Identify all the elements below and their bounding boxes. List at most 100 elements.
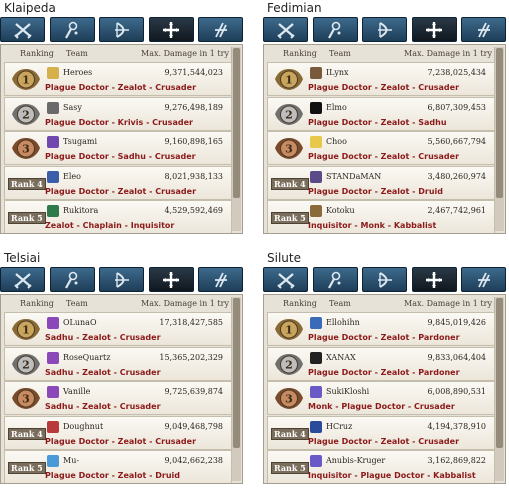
ranking-row[interactable]: Rank 5 Kotoku 2,467,742,961 Inquisitor - Mo… <box>267 200 495 233</box>
ranking-row[interactable]: 2 Elmo 6,807,309,453 Plague Doctor - Zealot… <box>267 96 495 131</box>
team-classes: Plague Doctor - Zealot - Druid <box>45 471 180 480</box>
scrollbar-thumb[interactable] <box>496 48 503 198</box>
ranking-row[interactable]: Rank 5 Anubis-Kruger 3,162,869,822 Inquisit… <box>267 450 495 483</box>
bow-tab[interactable] <box>99 267 144 292</box>
team-classes: Plague Doctor - Zealot - Pardoner <box>308 333 460 342</box>
rank-label: Rank 4 <box>271 177 309 190</box>
team-name: OLunaO <box>63 318 97 327</box>
class-tabs <box>0 17 243 43</box>
sword-tab[interactable] <box>0 17 45 42</box>
ranking-row[interactable]: Rank 4 HCruz 4,194,378,910 Plague Doctor - … <box>267 415 495 450</box>
team-emblem-icon <box>47 205 59 217</box>
ranking-row[interactable]: Rank 4 Doughnut 9,049,468,798 Plague Doctor… <box>4 415 232 450</box>
bronze-medal-icon: 3 <box>273 136 305 161</box>
rank-label: Rank 5 <box>8 462 46 474</box>
scout-tab[interactable] <box>461 17 506 42</box>
cleric-tab[interactable] <box>148 17 194 42</box>
ranking-scrollbar[interactable] <box>231 47 241 231</box>
cleric-tab[interactable] <box>411 17 457 42</box>
team-classes: Inquisitor - Plague Doctor - Kabbalist <box>308 471 476 480</box>
header-team: Team <box>66 49 88 58</box>
server-name: Fedimian <box>267 1 322 15</box>
team-emblem-icon <box>310 67 322 79</box>
team-name: XANAX <box>326 352 356 362</box>
ranking-scrollbar[interactable] <box>231 297 241 481</box>
ranking-row[interactable]: 2 RoseQuartz 15,365,202,329 Sadhu - Zealot … <box>4 346 232 381</box>
svg-text:1: 1 <box>22 324 30 337</box>
cleric-tab[interactable] <box>148 267 194 292</box>
magic-tab[interactable] <box>312 267 358 292</box>
ranking-row[interactable]: Rank 5 Mu- 9,042,662,238 Plague Doctor - Ze… <box>4 450 232 483</box>
team-classes: Sadhu - Zealot - Crusader <box>45 333 161 342</box>
team-name: Heroes <box>63 68 93 77</box>
svg-text:2: 2 <box>22 108 30 121</box>
rank-label: Rank 5 <box>271 462 309 474</box>
rank-label: Rank 4 <box>271 427 309 440</box>
team-emblem-icon <box>310 205 322 217</box>
header-ranking: Ranking <box>20 299 54 308</box>
scout-tab[interactable] <box>461 267 506 292</box>
team-emblem-icon <box>47 317 59 329</box>
magic-tab[interactable] <box>312 17 358 42</box>
ranking-row[interactable]: Rank 4 STANDaMAN 3,480,260,974 Plague Docto… <box>267 165 495 200</box>
max-damage: 6,008,890,531 <box>427 387 486 396</box>
max-damage: 9,845,019,426 <box>427 318 486 327</box>
ranking-row[interactable]: 3 Vanille 9,725,639,874 Sadhu - Zealot - Cr… <box>4 381 232 415</box>
header-ranking: Ranking <box>20 49 54 58</box>
ranking-row[interactable]: 1 Heroes 9,371,544,023 Plague Doctor - Zeal… <box>4 62 232 96</box>
max-damage: 9,160,898,165 <box>164 137 223 146</box>
ranking-scrollbar[interactable] <box>494 47 504 231</box>
cleric-tab[interactable] <box>411 267 457 292</box>
sword-tab[interactable] <box>263 17 308 42</box>
max-damage: 4,529,592,469 <box>164 206 223 215</box>
ranking-row[interactable]: Rank 5 Rukitora 4,529,592,469 Zealot - Chap… <box>4 200 232 233</box>
max-damage: 9,276,498,189 <box>164 102 223 112</box>
svg-text:3: 3 <box>285 393 293 406</box>
rank-label: Rank 5 <box>8 212 46 224</box>
bow-tab[interactable] <box>362 267 407 292</box>
scrollbar-thumb[interactable] <box>496 298 503 448</box>
header-ranking: Ranking <box>283 49 317 58</box>
team-name: Choo <box>326 137 347 146</box>
team-classes: Inquisitor - Monk - Kabbalist <box>308 221 437 230</box>
scout-tab[interactable] <box>198 267 243 292</box>
team-classes: Plague Doctor - Zealot - Crusader <box>45 436 197 446</box>
ranking-row[interactable]: 3 Tsugami 9,160,898,165 Plague Doctor - Sad… <box>4 131 232 165</box>
max-damage: 17,318,427,585 <box>159 318 223 327</box>
max-damage: 5,560,667,794 <box>427 137 486 146</box>
leaderboard-panel-silute: Silute Ranking Team Max. Damage in 1 try… <box>263 250 506 484</box>
magic-tab[interactable] <box>49 17 95 42</box>
ranking-scrollbar[interactable] <box>494 297 504 481</box>
header-team: Team <box>329 49 351 58</box>
sword-tab[interactable] <box>263 267 308 292</box>
ranking-row[interactable]: 3 SukiKloshi 6,008,890,531 Monk - Plague Do… <box>267 381 495 415</box>
team-name: Sasy <box>63 102 82 112</box>
team-name: Elmo <box>326 102 347 112</box>
ranking-row[interactable]: 1 Ellohihn 9,845,019,426 Plague Doctor - Ze… <box>267 312 495 346</box>
team-name: Ellohihn <box>326 318 360 327</box>
team-classes: Plague Doctor - Zealot - Crusader <box>308 83 460 92</box>
svg-text:3: 3 <box>22 143 30 156</box>
ranking-row[interactable]: 2 XANAX 9,833,064,404 Plague Doctor - Zealo… <box>267 346 495 381</box>
scout-tab[interactable] <box>198 17 243 42</box>
team-name: RoseQuartz <box>63 352 111 362</box>
leaderboard-panel-klaipeda: Klaipeda Ranking Team Max. Damage in 1 t… <box>0 0 243 234</box>
bow-tab[interactable] <box>362 17 407 42</box>
ranking-row[interactable]: Rank 4 Eleo 8,021,938,133 Plague Doctor - Z… <box>4 165 232 200</box>
server-name: Klaipeda <box>4 1 56 15</box>
sword-tab[interactable] <box>0 267 45 292</box>
max-damage: 3,480,260,974 <box>427 171 486 181</box>
scrollbar-thumb[interactable] <box>233 298 240 448</box>
ranking-row[interactable]: 1 ILynx 7,238,025,434 Plague Doctor - Zealo… <box>267 62 495 96</box>
bow-tab[interactable] <box>99 17 144 42</box>
ranking-row[interactable]: 2 Sasy 9,276,498,189 Plague Doctor - Krivis… <box>4 96 232 131</box>
scrollbar-thumb[interactable] <box>233 48 240 198</box>
magic-tab[interactable] <box>49 267 95 292</box>
ranking-header: Ranking Team Max. Damage in 1 try <box>267 297 494 311</box>
header-damage: Max. Damage in 1 try <box>404 49 492 58</box>
ranking-row[interactable]: 3 Choo 5,560,667,794 Plague Doctor - Zealot… <box>267 131 495 165</box>
ranking-row[interactable]: 1 OLunaO 17,318,427,585 Sadhu - Zealot - Cr… <box>4 312 232 346</box>
svg-text:1: 1 <box>285 324 293 337</box>
class-tabs <box>0 267 243 293</box>
team-emblem-icon <box>310 170 322 183</box>
